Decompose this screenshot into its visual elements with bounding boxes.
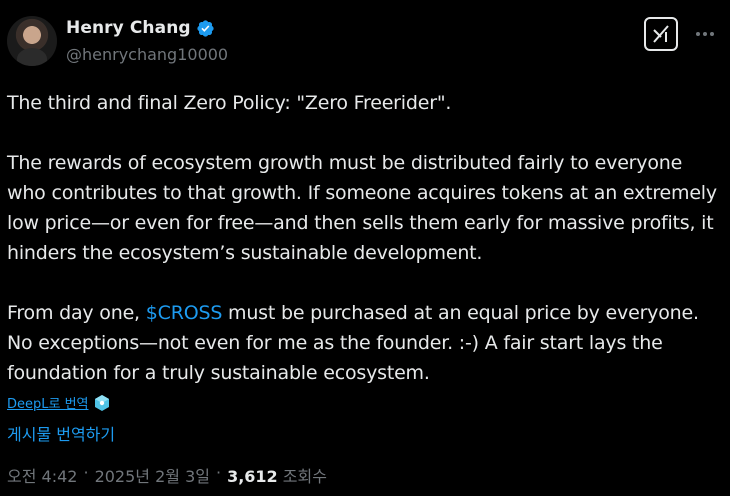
post-meta: 오전 4:42 · 2025년 2월 3일 · 3,612 조회수 — [7, 463, 327, 487]
post-date[interactable]: 2025년 2월 3일 — [95, 463, 210, 487]
verified-badge-icon[interactable] — [196, 19, 215, 38]
avatar[interactable] — [7, 16, 57, 66]
grok-button[interactable] — [644, 17, 678, 51]
post-header: Henry Chang @henrychang10000 — [7, 14, 723, 70]
meta-separator: · — [215, 463, 222, 482]
deepl-translate-link[interactable]: DeepL로 번역 — [7, 393, 89, 412]
deepl-icon[interactable] — [93, 394, 111, 412]
paragraph-3-start: From day one, — [7, 302, 146, 324]
post-paragraph-3: From day one, $CROSS must be purchased a… — [7, 298, 723, 388]
author-name[interactable]: Henry Chang — [66, 18, 191, 38]
more-icon — [696, 32, 714, 36]
meta-separator: · — [83, 463, 89, 482]
grok-icon — [653, 25, 669, 43]
more-options-button[interactable] — [691, 20, 719, 48]
view-count-label: 조회수 — [282, 467, 327, 486]
post-paragraph-2: The rewards of ecosystem growth must be … — [7, 152, 717, 264]
translate-post-link[interactable]: 게시물 번역하기 — [7, 421, 115, 445]
author-handle[interactable]: @henrychang10000 — [66, 45, 228, 64]
post-body: The third and final Zero Policy: "Zero F… — [7, 88, 723, 388]
deepl-translate-row: DeepL로 번역 — [7, 393, 111, 412]
view-count: 3,612 — [227, 467, 278, 486]
author-name-row: Henry Chang — [66, 18, 215, 38]
cashtag-link[interactable]: $CROSS — [146, 302, 223, 324]
post-time[interactable]: 오전 4:42 — [7, 463, 77, 487]
post-paragraph-1: The third and final Zero Policy: "Zero F… — [7, 92, 452, 114]
